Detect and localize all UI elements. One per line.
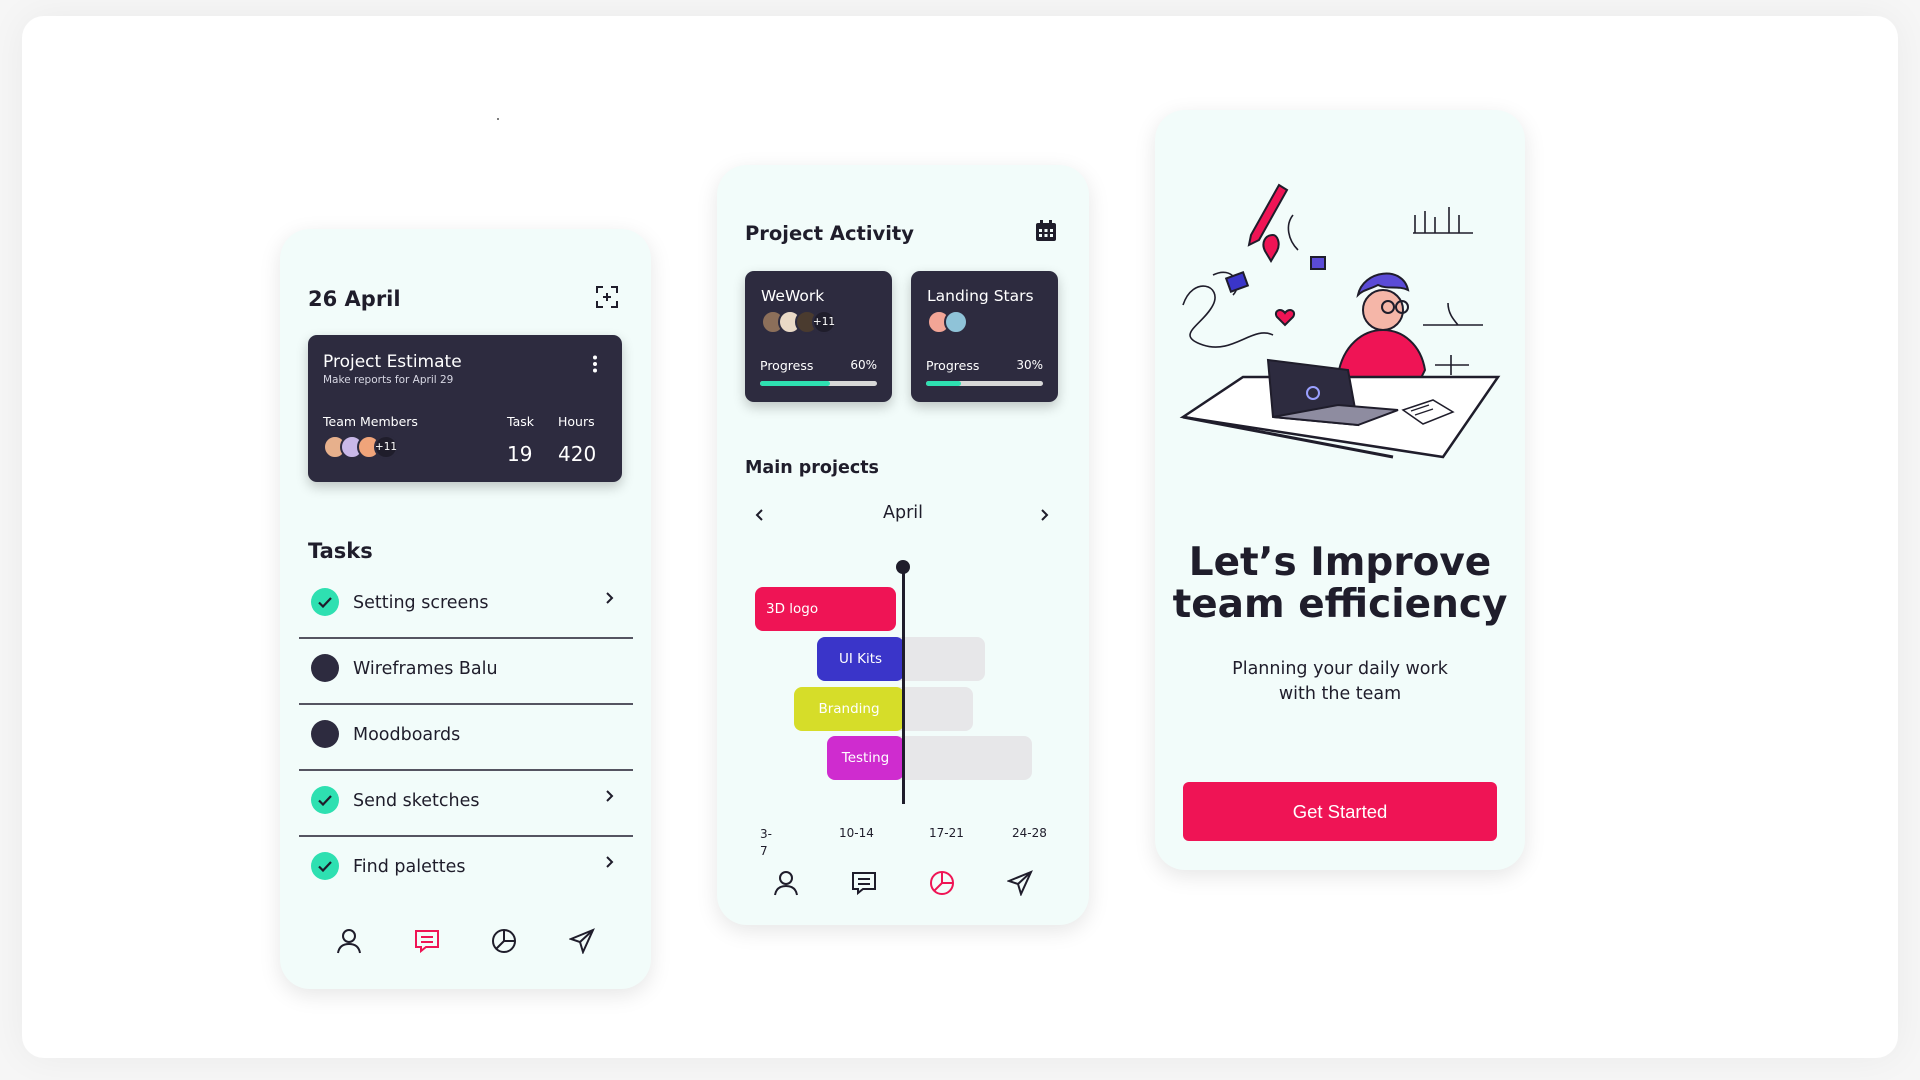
project-activity-screen: Project Activity WeWork +11 Progress 60%… — [717, 165, 1089, 925]
estimate-subtitle: Make reports for April 29 — [323, 374, 454, 386]
check-icon[interactable] — [311, 786, 339, 814]
hero-title: Let’s Improve team efficiency — [1155, 542, 1525, 626]
chat-icon[interactable] — [414, 928, 440, 954]
chart-icon[interactable] — [929, 870, 955, 896]
person-laptop-illustration — [1173, 175, 1508, 485]
task-item[interactable]: Send sketches — [299, 771, 633, 837]
get-started-button[interactable]: Get Started — [1183, 782, 1497, 841]
hero-title-line: Let’s Improve — [1188, 540, 1492, 585]
progress-label: Progress — [926, 358, 980, 373]
estimate-title: Project Estimate — [323, 352, 462, 372]
progress-bar-fill — [760, 381, 831, 386]
gantt-bar[interactable]: Testing — [827, 736, 904, 780]
chart-icon[interactable] — [491, 928, 517, 954]
month-label: April — [883, 503, 923, 523]
pending-circle-icon[interactable] — [311, 720, 339, 748]
today-line — [902, 566, 905, 804]
task-item[interactable]: Setting screens — [299, 573, 633, 639]
hero-title-line: team efficiency — [1172, 582, 1508, 627]
project-name: Landing Stars — [927, 287, 1034, 305]
profile-icon[interactable] — [773, 870, 799, 896]
today-marker — [896, 560, 910, 574]
task-count: 19 — [507, 442, 533, 466]
progress-value: 60% — [850, 358, 877, 372]
check-icon[interactable] — [311, 588, 339, 616]
progress-value: 30% — [1016, 358, 1043, 372]
pending-circle-icon[interactable] — [311, 654, 339, 682]
gantt-bar[interactable]: UI Kits — [817, 637, 904, 681]
week-label: 10-14 — [839, 826, 874, 840]
team-avatars[interactable]: +11 — [323, 435, 398, 459]
bottom-nav — [280, 928, 651, 954]
scan-icon[interactable] — [596, 286, 618, 308]
chevron-right-icon[interactable] — [1040, 508, 1049, 522]
task-label: Task — [507, 414, 534, 429]
progress-bar — [926, 381, 1043, 386]
chevron-right-icon[interactable] — [605, 855, 614, 869]
team-avatars — [927, 310, 968, 334]
gantt-bar[interactable]: 3D logo — [755, 587, 896, 631]
hero-subtitle-line: Planning your daily work — [1232, 659, 1448, 679]
more-options-icon[interactable] — [592, 355, 598, 373]
onboarding-screen: Let’s Improve team efficiency Planning y… — [1155, 110, 1525, 870]
week-label: 3- 7 — [760, 827, 772, 858]
check-icon[interactable] — [311, 852, 339, 880]
team-members-label: Team Members — [323, 414, 418, 429]
week-label: 17-21 — [929, 826, 964, 840]
bottom-nav — [717, 870, 1089, 896]
hero-subtitle: Planning your daily work with the team — [1155, 657, 1525, 707]
project-estimate-card[interactable]: Project Estimate Make reports for April … — [308, 335, 622, 482]
gantt-bar[interactable]: Branding — [794, 687, 904, 731]
task-item[interactable]: Wireframes Balu — [299, 639, 633, 705]
chevron-right-icon[interactable] — [605, 591, 614, 605]
hero-subtitle-line: with the team — [1278, 684, 1402, 704]
task-label: Send sketches — [353, 791, 480, 811]
hours-count: 420 — [558, 442, 597, 466]
send-icon[interactable] — [569, 928, 596, 954]
tasks-screen: 26 April Project Estimate Make reports f… — [280, 229, 651, 989]
project-card-wework[interactable]: WeWork +11 Progress 60% — [745, 271, 892, 402]
task-item[interactable]: Moodboards — [299, 705, 633, 771]
progress-bar-fill — [926, 381, 962, 386]
task-label: Setting screens — [353, 593, 489, 613]
task-label: Moodboards — [353, 725, 461, 745]
hours-label: Hours — [558, 414, 595, 429]
chevron-right-icon[interactable] — [605, 789, 614, 803]
stray-dot — [497, 118, 499, 120]
progress-label: Progress — [760, 358, 814, 373]
profile-icon[interactable] — [336, 928, 362, 954]
more-members-count: +11 — [374, 435, 398, 459]
task-label: Find palettes — [353, 857, 466, 877]
send-icon[interactable] — [1007, 870, 1033, 896]
date-heading: 26 April — [308, 287, 401, 311]
page-title: Project Activity — [745, 222, 914, 245]
team-avatars: +11 — [761, 310, 836, 334]
task-item[interactable]: Find palettes — [299, 837, 633, 903]
avatar — [944, 310, 968, 334]
calendar-icon[interactable] — [1035, 220, 1057, 242]
task-label: Wireframes Balu — [353, 659, 498, 679]
tasks-heading: Tasks — [308, 539, 373, 563]
project-name: WeWork — [761, 287, 825, 305]
main-projects-heading: Main projects — [745, 458, 879, 478]
chat-icon[interactable] — [851, 870, 877, 896]
progress-bar — [760, 381, 877, 386]
more-members-count: +11 — [812, 310, 836, 334]
week-label: 24-28 — [1012, 826, 1047, 840]
project-card-landing-stars[interactable]: Landing Stars Progress 30% — [911, 271, 1058, 402]
